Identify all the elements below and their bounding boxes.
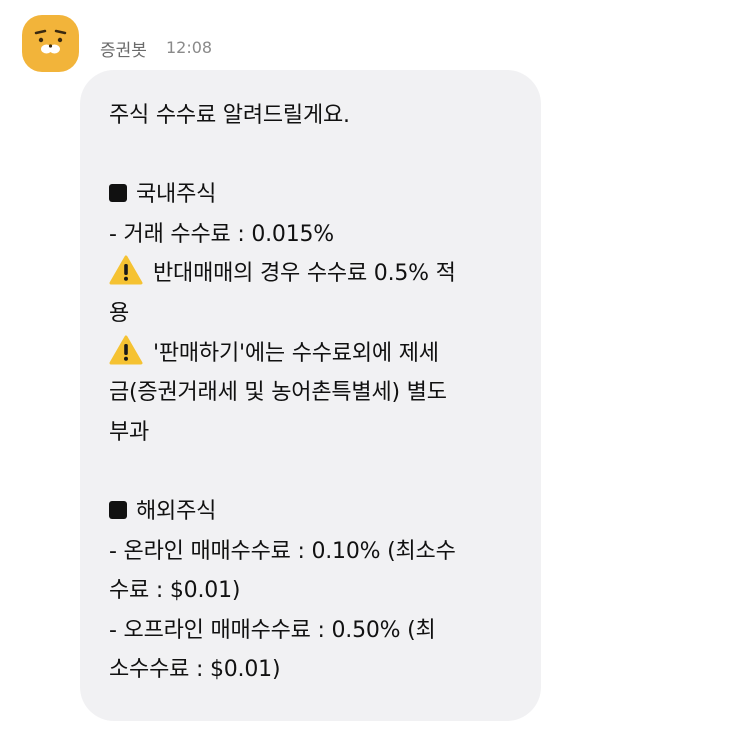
- warning-2-text-cont-2: 부과: [109, 419, 150, 445]
- warning-2-text-cont-1: 금(증권거래세 및 농어촌특별세) 별도: [109, 380, 447, 406]
- ryan-face-icon: [34, 29, 67, 54]
- warning-1-text: 반대매매의 경우 수수료 0.5% 적: [153, 261, 456, 287]
- overseas-offline-fee-cont: 소수수료 : $0.01): [109, 657, 281, 683]
- message-intro: 주식 수수료 알려드릴게요.: [109, 103, 350, 128]
- domestic-warning-2: '판매하기'에는 수수료외에 제세: [109, 334, 521, 374]
- domestic-section-header: 국내주식: [109, 175, 521, 215]
- warning-2-text: '판매하기'에는 수수료외에 제세: [153, 340, 439, 366]
- warning-1-text-cont: 용: [109, 300, 130, 326]
- black-square-icon: [109, 500, 127, 519]
- overseas-offline-fee: - 오프라인 매매수수료 : 0.50% (최: [109, 617, 436, 643]
- black-square-icon: [109, 184, 127, 203]
- domestic-fee-line: - 거래 수수료 : 0.015%: [109, 221, 335, 247]
- message-bubble[interactable]: 주식 수수료 알려드릴게요. 국내주식 - 거래 수수료 : 0.015% 반대…: [80, 70, 541, 721]
- domestic-header-text: 국내주식: [136, 182, 217, 208]
- overseas-header-text: 해외주식: [136, 498, 217, 524]
- overseas-section-header: 해외주식: [109, 492, 521, 532]
- domestic-warning-1: 반대매매의 경우 수수료 0.5% 적: [109, 254, 521, 294]
- sender-name: 증권봇: [100, 41, 147, 61]
- overseas-online-fee: - 온라인 매매수수료 : 0.10% (최소수: [109, 538, 456, 564]
- overseas-online-fee-cont: 수료 : $0.01): [109, 578, 241, 604]
- warning-icon: [109, 255, 143, 299]
- message-timestamp: 12:08: [166, 38, 213, 57]
- warning-icon: [109, 335, 143, 379]
- bot-avatar[interactable]: [22, 15, 79, 72]
